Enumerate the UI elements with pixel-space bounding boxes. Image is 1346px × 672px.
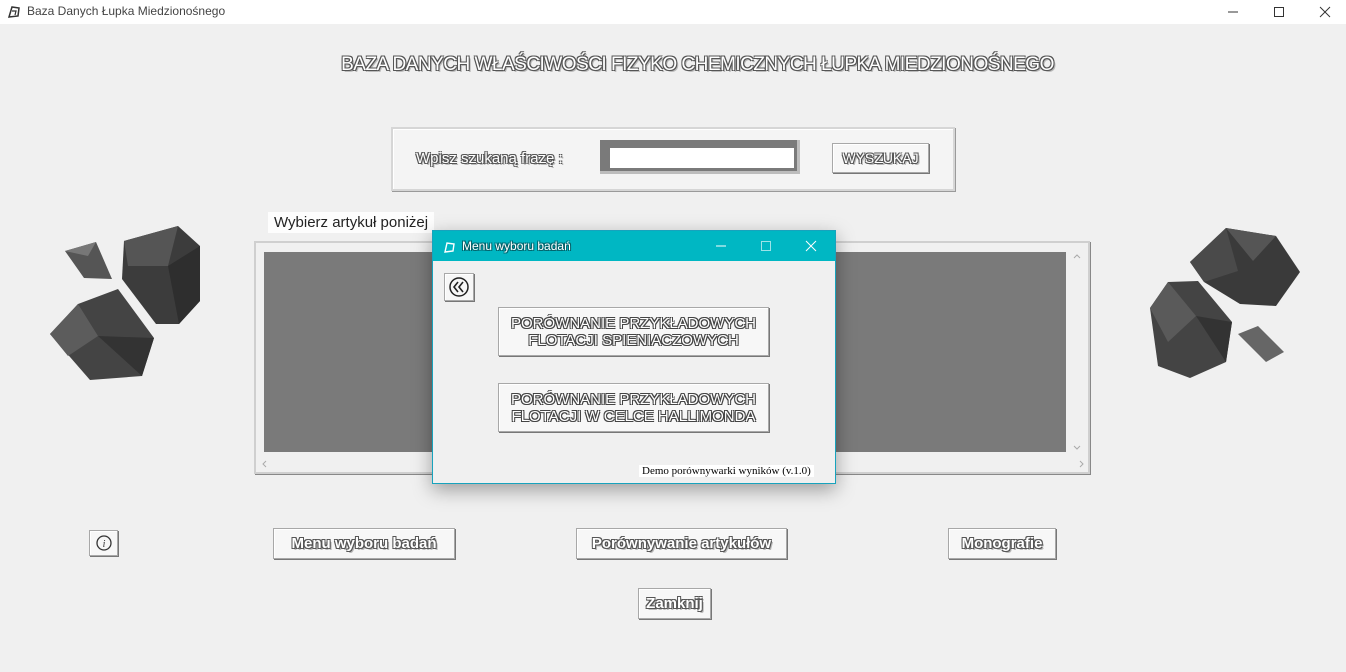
rock-left-icon (50, 226, 200, 380)
search-label: Wpisz szukaną frazę : (416, 150, 563, 167)
search-button[interactable]: WYSZUKAJ (832, 143, 929, 173)
window-title: Baza Danych Łupka Miedzionośnego (27, 4, 226, 18)
dialog-title: Menu wyboru badań (462, 239, 571, 253)
info-button[interactable]: i (89, 530, 118, 556)
compare-articles-button[interactable]: Porównywanie artykułów (576, 528, 787, 559)
search-button-label: WYSZUKAJ (842, 150, 919, 166)
dialog-minimize-icon[interactable] (698, 231, 743, 261)
research-menu-label: Menu wyboru badań (291, 535, 437, 552)
dialog-maximize-icon (743, 231, 788, 261)
compare-frother-flotation-button[interactable]: PORÓWNANIE PRZYKŁADOWYCH FLOTACJI SPIENI… (498, 307, 769, 356)
monographs-label: Monografie (961, 535, 1043, 552)
rock-right-icon (1150, 228, 1300, 378)
compare-articles-label: Porównywanie artykułów (591, 535, 772, 552)
article-list-label: Wybierz artykuł poniżej (268, 212, 435, 233)
back-button[interactable] (444, 273, 474, 301)
dialog-close-icon[interactable] (788, 231, 833, 261)
svg-text:i: i (102, 539, 105, 550)
double-chevron-left-icon (449, 277, 469, 297)
close-label: Zamknij (646, 595, 703, 612)
search-input[interactable] (610, 148, 794, 168)
dialog-version-label: Demo porównywarki wyników (v.1.0) (639, 465, 814, 477)
close-icon[interactable] (1302, 0, 1346, 24)
compare-hallimond-flotation-button[interactable]: PORÓWNANIE PRZYKŁADOWYCH FLOTACJI W CELC… (498, 383, 769, 432)
research-menu-button[interactable]: Menu wyboru badań (273, 528, 455, 559)
app-icon (7, 4, 21, 18)
info-icon: i (95, 535, 112, 551)
research-menu-dialog: Menu wyboru badań PORÓWNANIE PRZYKŁADOWY… (432, 230, 836, 484)
article-list-vertical-scrollbar[interactable] (1069, 252, 1085, 452)
compare-frother-flotation-label: PORÓWNANIE PRZYKŁADOWYCH FLOTACJI SPIENI… (510, 314, 757, 349)
compare-hallimond-flotation-label: PORÓWNANIE PRZYKŁADOWYCH FLOTACJI W CELC… (510, 390, 757, 425)
page-title: BAZA DANYCH WŁAŚCIWOŚCI FIZYKO CHEMICZNY… (341, 54, 1054, 75)
dialog-app-icon (443, 239, 456, 253)
maximize-icon[interactable] (1256, 0, 1302, 24)
monographs-button[interactable]: Monografie (948, 528, 1056, 559)
minimize-icon[interactable] (1210, 0, 1256, 24)
close-button[interactable]: Zamknij (638, 588, 711, 619)
